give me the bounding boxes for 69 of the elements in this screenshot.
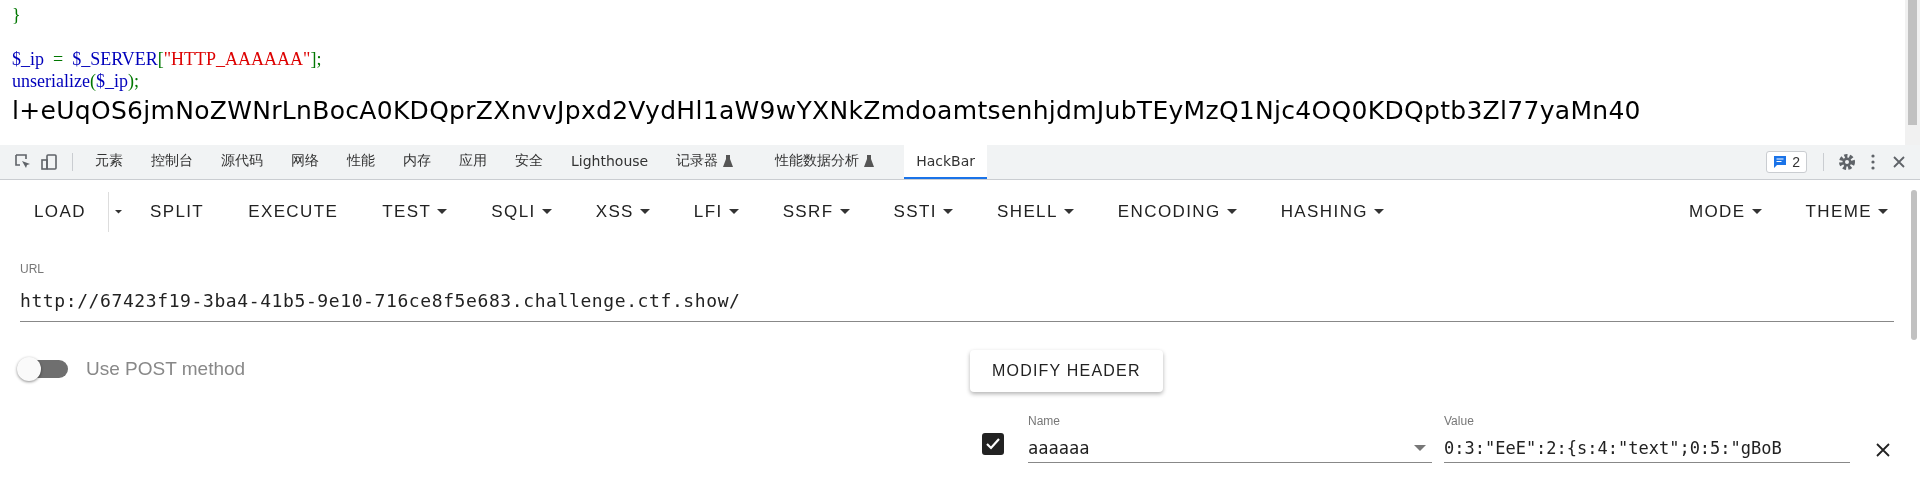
output-text: l+eUqOS6jmNoZWNrLnBocA0KDQprZXnvvJpxd2VydHl1aW9wYXNkZmdoamtsenhjdmJubTEyMzQ1Njc4OQ0KDQptb3Zl77yaMn40 xyxy=(12,96,1642,126)
check-icon xyxy=(986,438,1000,450)
menu-button[interactable]: SQLI xyxy=(469,192,574,232)
scrollbar[interactable] xyxy=(1911,190,1917,340)
devtools-tab[interactable]: 安全 xyxy=(503,145,555,179)
flask-icon xyxy=(864,155,875,167)
caret-icon xyxy=(1226,209,1237,215)
devtools-tab[interactable]: 源代码 xyxy=(209,145,275,179)
menu-button[interactable]: MODE xyxy=(1666,192,1784,232)
devtools-tab[interactable]: 性能数据分析 xyxy=(763,145,887,179)
devtools-tab[interactable]: HackBar xyxy=(904,145,988,179)
field-label: Value xyxy=(1444,414,1475,428)
menu-button[interactable]: SSTI xyxy=(871,192,975,232)
toggle-label: Use POST method xyxy=(86,358,246,380)
caret-icon xyxy=(1878,209,1888,215)
caret-icon xyxy=(1373,209,1384,215)
caret-icon xyxy=(639,209,650,215)
toggle-switch[interactable] xyxy=(20,360,68,378)
caret-icon xyxy=(942,209,953,215)
code-token: $_SERVER xyxy=(72,48,158,70)
menu-button[interactable]: HASHING xyxy=(1258,192,1406,232)
menu-button[interactable]: ENCODING xyxy=(1095,192,1259,232)
caret-icon xyxy=(1063,209,1074,215)
checkbox[interactable] xyxy=(982,433,1004,455)
caret-icon xyxy=(541,209,552,215)
devtools-tab[interactable]: 控制台 xyxy=(139,145,205,179)
code-token: $_ip xyxy=(95,70,128,92)
caret-icon xyxy=(839,209,850,215)
scrollbar[interactable] xyxy=(1905,0,1920,145)
devtools-tab[interactable]: 应用 xyxy=(447,145,499,179)
field-label: Name xyxy=(1028,414,1061,428)
menu-button[interactable]: THEME xyxy=(1783,192,1910,232)
devtools-tab[interactable]: 内存 xyxy=(391,145,443,179)
devtools-tab[interactable]: 性能 xyxy=(335,145,387,179)
menu-button[interactable]: LFI xyxy=(671,192,761,232)
name-field[interactable]: aaaaaa xyxy=(1028,432,1432,463)
caret-icon xyxy=(437,209,448,215)
issues-count: 2 xyxy=(1792,154,1800,170)
devtools-tab[interactable]: Lighthouse xyxy=(559,145,661,179)
caret-icon xyxy=(728,209,739,215)
code-token: unserialize xyxy=(12,70,90,92)
code-token: "HTTP_AAAAAA" xyxy=(163,48,311,70)
value-field[interactable]: 0:3:"EeE":2:{s:4:"text";0:5:"gBoB xyxy=(1444,432,1850,463)
toolbar-button[interactable]: EXECUTE xyxy=(226,192,361,232)
code-token: ]; xyxy=(310,48,322,70)
flask-icon xyxy=(723,155,734,167)
menu-button[interactable]: TEST xyxy=(360,192,470,232)
code-token: } xyxy=(12,4,21,26)
caret-icon xyxy=(114,209,122,215)
toolbar-button[interactable]: LOAD xyxy=(12,192,108,232)
caret-icon xyxy=(1751,209,1762,215)
code-token: [ xyxy=(157,48,164,70)
menu-button[interactable]: XSS xyxy=(573,192,672,232)
code-token: ( xyxy=(89,70,96,92)
caret-icon[interactable] xyxy=(1414,445,1426,451)
devtools-tab[interactable]: 记录器 xyxy=(664,145,746,179)
field-label: URL xyxy=(20,262,45,276)
code-token: ); xyxy=(128,70,139,92)
url-field[interactable]: http://67423f19-3ba4-41b5-9e10-716ce8f5e683.challenge.ctf.show/ xyxy=(20,282,1894,322)
menu-button[interactable]: SHELL xyxy=(974,192,1096,232)
code-token: $_ip xyxy=(12,48,44,70)
menu-button[interactable]: SSRF xyxy=(760,192,872,232)
message-icon xyxy=(1773,155,1788,169)
modify-header-button[interactable]: MODIFY HEADER xyxy=(970,350,1163,392)
code-token: = xyxy=(52,48,65,70)
devtools-tab[interactable]: 元素 xyxy=(83,145,135,179)
issues-button[interactable]: 2 xyxy=(1766,151,1807,173)
devtools-tab[interactable]: 网络 xyxy=(279,145,331,179)
toolbar-button[interactable]: SPLIT xyxy=(127,192,227,232)
